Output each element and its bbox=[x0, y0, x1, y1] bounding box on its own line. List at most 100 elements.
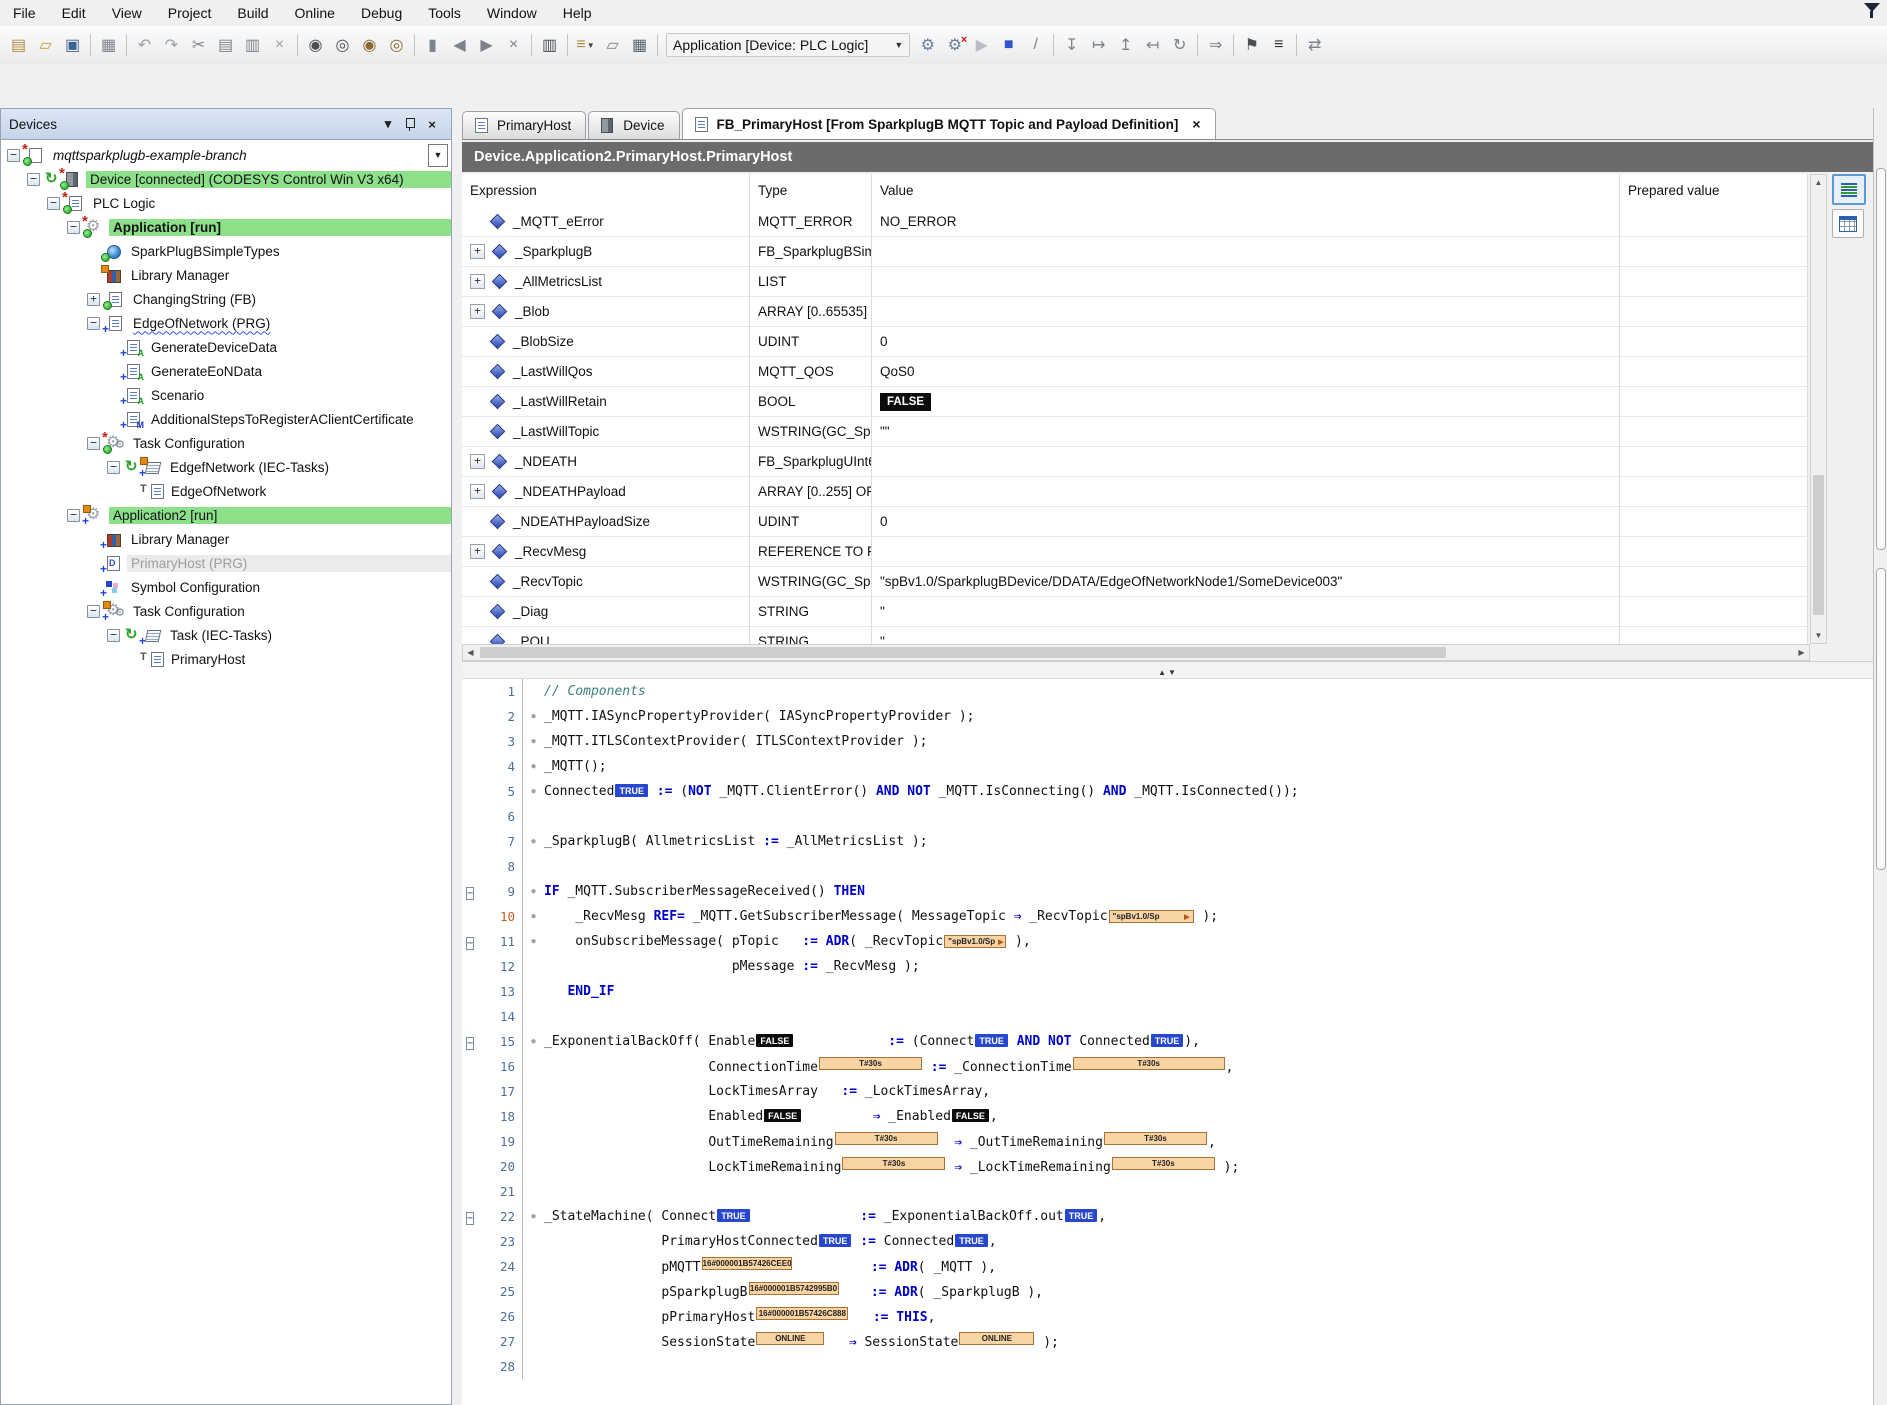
table-row[interactable]: _RecvTopicWSTRING(GC_Spark..."spBv1.0/Sp… bbox=[462, 567, 1808, 597]
fold-collapse-icon[interactable]: − bbox=[466, 937, 474, 950]
scrollbar-thumb[interactable] bbox=[480, 647, 1446, 658]
tree-item[interactable]: −+EdgeOfNetwork (PRG) bbox=[1, 311, 451, 335]
fold-collapse-icon[interactable]: − bbox=[466, 887, 474, 900]
copy-button[interactable]: ▤ bbox=[213, 33, 238, 58]
watch-horizontal-scrollbar[interactable]: ◀ ▶ bbox=[462, 644, 1810, 661]
prepared-value-cell[interactable] bbox=[1620, 567, 1808, 596]
collapse-icon[interactable]: − bbox=[67, 509, 80, 522]
table-row[interactable]: _LastWillRetainBOOLFALSE bbox=[462, 387, 1808, 417]
menu-view[interactable]: View bbox=[99, 2, 155, 24]
scroll-down-icon[interactable]: ▼ bbox=[1811, 628, 1826, 643]
bookmark-clear-button[interactable]: × bbox=[501, 33, 526, 58]
expand-icon[interactable]: + bbox=[87, 293, 100, 306]
table-row[interactable]: _NDEATHPayloadSizeUDINT0 bbox=[462, 507, 1808, 537]
find-objects-button[interactable]: ◉ bbox=[357, 33, 382, 58]
reset-button[interactable]: ↻ bbox=[1167, 33, 1192, 58]
collapsed-panel-tab[interactable] bbox=[1876, 168, 1886, 550]
watchlist-button[interactable]: ≡ bbox=[1266, 33, 1291, 58]
collapsed-panels-strip[interactable] bbox=[1873, 108, 1887, 1405]
scrollbar-thumb[interactable] bbox=[1813, 475, 1824, 615]
collapsed-panel-tab[interactable] bbox=[1876, 568, 1886, 870]
prepared-value-cell[interactable] bbox=[1620, 537, 1808, 566]
new-object-button[interactable]: ≡▼ bbox=[573, 33, 598, 58]
menu-build[interactable]: Build bbox=[224, 2, 281, 24]
expand-icon[interactable]: + bbox=[470, 244, 485, 259]
print-button[interactable]: ▦ bbox=[96, 33, 121, 58]
paste-button[interactable]: ▥ bbox=[240, 33, 265, 58]
undo-button[interactable]: ↶ bbox=[132, 33, 157, 58]
table-row[interactable]: _MQTT_eErrorMQTT_ERRORNO_ERROR bbox=[462, 207, 1808, 237]
save-project-button[interactable]: ▣ bbox=[60, 33, 85, 58]
redo-button[interactable]: ↷ bbox=[159, 33, 184, 58]
logout-button[interactable]: ⚙× bbox=[942, 33, 967, 58]
fold-collapse-icon[interactable]: − bbox=[466, 1037, 474, 1050]
prepared-value-cell[interactable] bbox=[1620, 357, 1808, 386]
collapse-icon[interactable]: − bbox=[27, 173, 40, 186]
scroll-up-icon[interactable]: ▲ bbox=[1811, 175, 1826, 190]
prepared-value-cell[interactable] bbox=[1620, 477, 1808, 506]
table-row[interactable]: _DiagSTRING" bbox=[462, 597, 1808, 627]
tree-item[interactable]: +Symbol Configuration bbox=[1, 575, 451, 599]
prepared-value-cell[interactable] bbox=[1620, 507, 1808, 536]
prepared-value-cell[interactable] bbox=[1620, 327, 1808, 356]
table-row[interactable]: +_RecvMesgREFERENCE TO FB_... bbox=[462, 537, 1808, 567]
expand-icon[interactable]: + bbox=[470, 274, 485, 289]
tree-item[interactable]: +Library Manager bbox=[1, 527, 451, 551]
table-row[interactable]: _LastWillQosMQTT_QOSQoS0 bbox=[462, 357, 1808, 387]
breakpoints-button[interactable]: ⚑ bbox=[1239, 33, 1264, 58]
prepared-value-cell[interactable] bbox=[1620, 207, 1808, 236]
menu-edit[interactable]: Edit bbox=[49, 2, 99, 24]
bookmark-next-button[interactable]: ▶ bbox=[474, 33, 499, 58]
table-row[interactable]: +_AllMetricsListLIST bbox=[462, 267, 1808, 297]
paste-special-button[interactable]: ▥ bbox=[537, 33, 562, 58]
collapse-icon[interactable]: − bbox=[87, 605, 100, 618]
cut-button[interactable]: ✂ bbox=[186, 33, 211, 58]
prepared-value-cell[interactable] bbox=[1620, 447, 1808, 476]
table-row[interactable]: _LastWillTopicWSTRING(GC_Spark..."" bbox=[462, 417, 1808, 447]
export-object-button[interactable]: ▱ bbox=[600, 33, 625, 58]
tab-primaryhost[interactable]: PrimaryHost bbox=[462, 111, 586, 139]
tree-item[interactable]: TPrimaryHost bbox=[1, 647, 451, 671]
replace-button[interactable]: ◎ bbox=[330, 33, 355, 58]
tree-item[interactable]: D+PrimaryHost (PRG) bbox=[1, 551, 451, 575]
prepared-value-cell[interactable] bbox=[1620, 297, 1808, 326]
run-to-cursor-button[interactable]: ↤ bbox=[1140, 33, 1165, 58]
tab-fb_primaryhost[interactable]: FB_PrimaryHost [From SparkplugB MQTT Top… bbox=[682, 108, 1216, 139]
tree-item[interactable]: M+AdditionalStepsToRegisterAClientCertif… bbox=[1, 407, 451, 431]
collapse-icon[interactable]: − bbox=[7, 149, 20, 162]
open-project-button[interactable]: ▱ bbox=[33, 33, 58, 58]
collapse-icon[interactable]: − bbox=[107, 629, 120, 642]
expand-icon[interactable]: + bbox=[470, 484, 485, 499]
replace-objects-button[interactable]: ◎ bbox=[384, 33, 409, 58]
tree-item[interactable]: A+Scenario bbox=[1, 383, 451, 407]
tree-item[interactable]: −*PLC Logic bbox=[1, 191, 451, 215]
collapse-icon[interactable]: − bbox=[107, 461, 120, 474]
tree-item[interactable]: A+GenerateDeviceData bbox=[1, 335, 451, 359]
bookmark-prev-button[interactable]: ◀ bbox=[447, 33, 472, 58]
expand-icon[interactable]: + bbox=[470, 454, 485, 469]
tree-item[interactable]: −⚙⚙*Task Configuration bbox=[1, 431, 451, 455]
collapse-icon[interactable]: − bbox=[67, 221, 80, 234]
menu-window[interactable]: Window bbox=[474, 2, 550, 24]
menu-help[interactable]: Help bbox=[550, 2, 605, 24]
start-button[interactable]: ▶ bbox=[969, 33, 994, 58]
prepared-value-cell[interactable] bbox=[1620, 387, 1808, 416]
step-into-button[interactable]: ↦ bbox=[1086, 33, 1111, 58]
panel-menu-icon[interactable]: ▾ bbox=[377, 116, 399, 132]
expand-icon[interactable]: + bbox=[470, 544, 485, 559]
delete-button[interactable]: × bbox=[267, 33, 292, 58]
tree-item[interactable]: −↻+EdgefNetwork (IEC-Tasks) bbox=[1, 455, 451, 479]
collapse-icon[interactable]: − bbox=[87, 317, 100, 330]
pin-icon[interactable] bbox=[399, 117, 421, 132]
step-over-button[interactable]: ↧ bbox=[1059, 33, 1084, 58]
table-row[interactable]: +_BlobARRAY [0..65535] ... bbox=[462, 297, 1808, 327]
column-header-type[interactable]: Type bbox=[750, 174, 872, 207]
prepared-value-cell[interactable] bbox=[1620, 267, 1808, 296]
application-selector-combo[interactable]: Application [Device: PLC Logic]▼ bbox=[666, 33, 910, 57]
code-editor[interactable]: 1// Components2●_MQTT.IASyncPropertyProv… bbox=[462, 678, 1874, 1405]
declaration-view-button[interactable] bbox=[1832, 174, 1866, 205]
collapse-icon[interactable]: − bbox=[87, 437, 100, 450]
fold-collapse-icon[interactable]: − bbox=[466, 1212, 474, 1225]
prepared-value-cell[interactable] bbox=[1620, 597, 1808, 626]
table-view-button[interactable] bbox=[1832, 209, 1864, 238]
